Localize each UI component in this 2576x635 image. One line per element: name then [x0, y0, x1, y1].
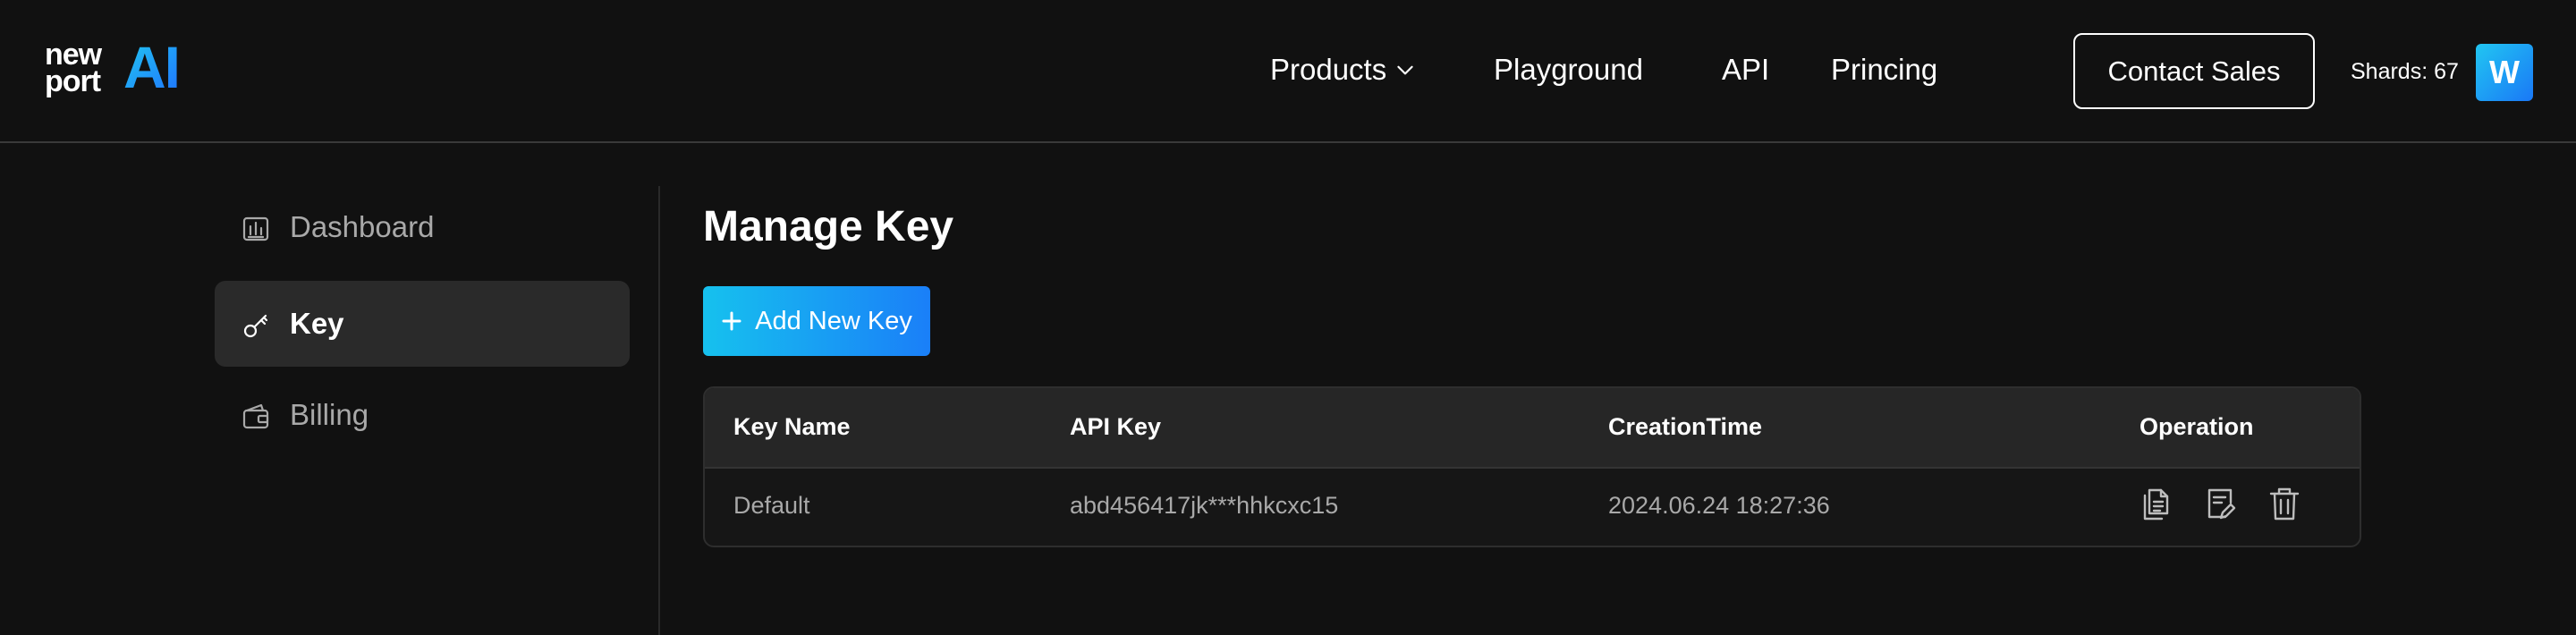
- table-header: [705, 388, 2360, 469]
- api-key-cell: abd456417jk***hhkcxc15: [1070, 492, 1339, 519]
- column-header-creation-time: CreationTime: [1608, 413, 1763, 440]
- delete-icon[interactable]: [2268, 485, 2301, 522]
- add-new-key-button[interactable]: Add New Key: [703, 286, 930, 356]
- sidebar-item-billing[interactable]: Billing: [215, 372, 630, 458]
- edit-icon[interactable]: [2204, 485, 2236, 522]
- nav-playground[interactable]: Playground: [1494, 52, 1643, 88]
- copy-icon[interactable]: [2140, 485, 2172, 522]
- column-header-key-name: Key Name: [733, 413, 851, 440]
- contact-sales-button[interactable]: Contact Sales: [2073, 33, 2315, 109]
- top-navbar: new port AI Products Playground API Prin…: [0, 0, 2576, 143]
- nav-products-label: Products: [1270, 53, 1387, 86]
- page-title: Manage Key: [703, 203, 954, 250]
- sidebar-item-label: Dashboard: [290, 210, 435, 243]
- column-header-operation: Operation: [2140, 413, 2254, 440]
- user-avatar[interactable]: W: [2476, 44, 2533, 101]
- plus-icon: [722, 311, 741, 331]
- wallet-icon: [242, 403, 269, 429]
- operation-buttons: [2140, 485, 2301, 522]
- creation-time-cell: 2024.06.24 18:27:36: [1608, 492, 1830, 519]
- sidebar-item-key[interactable]: Key: [215, 281, 630, 367]
- key-icon: [243, 314, 268, 338]
- add-new-key-label: Add New Key: [755, 306, 912, 335]
- shards-balance: Shards: 67: [2351, 59, 2459, 84]
- nav-products[interactable]: Products: [1270, 52, 1417, 88]
- column-header-api-key: API Key: [1070, 413, 1162, 440]
- chevron-down-icon: [1397, 65, 1413, 75]
- nav-api[interactable]: API: [1722, 52, 1769, 88]
- keys-table: Key Name API Key CreationTime Operation …: [703, 386, 2361, 547]
- logo-text-port: port: [45, 64, 101, 98]
- sidebar-item-dashboard[interactable]: Dashboard: [215, 184, 630, 270]
- sidebar-item-label: Key: [290, 307, 344, 340]
- newport-ai-logo[interactable]: new port AI: [45, 34, 197, 100]
- key-name-cell: Default: [733, 492, 810, 519]
- dashboard-icon: [242, 216, 269, 241]
- sidebar-divider: [658, 186, 660, 635]
- sidebar-item-label: Billing: [290, 398, 369, 431]
- nav-pricing[interactable]: Princing: [1831, 52, 1937, 88]
- logo-text-ai: AI: [123, 34, 181, 100]
